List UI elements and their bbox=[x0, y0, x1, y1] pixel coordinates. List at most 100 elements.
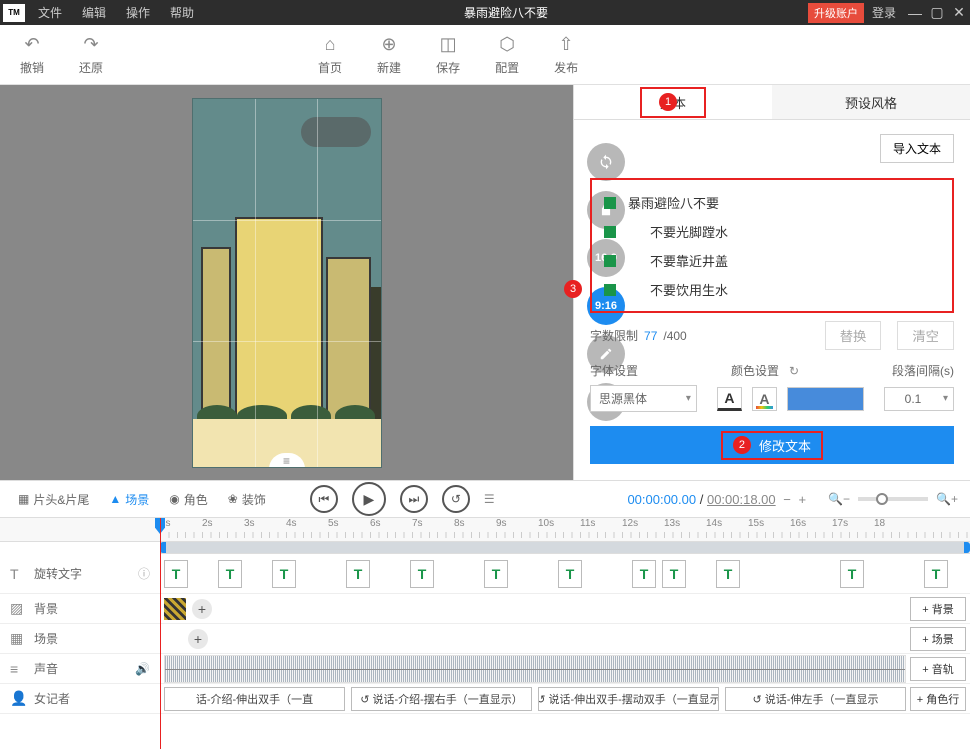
text-clip[interactable]: T bbox=[558, 560, 582, 588]
play-button[interactable]: ▶ bbox=[352, 482, 386, 516]
toolbar: ↶撤销 ↷还原 ⌂首页 ⊕新建 ◫保存 ⬡配置 ⇧发布 bbox=[0, 25, 970, 85]
config-button[interactable]: ⬡配置 bbox=[495, 34, 519, 76]
undo-button[interactable]: ↶撤销 bbox=[20, 34, 44, 76]
track-scene: ▦场景 + + 场景 bbox=[0, 624, 970, 654]
app-logo: TM bbox=[3, 4, 25, 22]
new-icon: ⊕ bbox=[382, 34, 397, 55]
track-sound: ≡声音🔊 + 音轨 bbox=[0, 654, 970, 684]
text-multicolor-button[interactable]: A bbox=[752, 387, 777, 411]
controls-bar: ▦ 片头&片尾 ▲ 场景 ◉ 角色 ❀ 装饰 ⏮ ▶ ⏭ ↺ ☰ 00:00:0… bbox=[0, 480, 970, 518]
bullet-icon bbox=[604, 284, 616, 296]
action-clip[interactable]: 话-介绍-伸出双手（一直 bbox=[164, 687, 345, 711]
tab-clips[interactable]: ▦ 片头&片尾 bbox=[12, 488, 95, 511]
login-button[interactable]: 登录 bbox=[864, 4, 904, 21]
right-panel: 1 文本 预设风格 3 导入文本 暴雨避险八不要 不要光脚蹚水 不要靠近井盖 不… bbox=[573, 85, 970, 480]
track-background: ▨背景 + + 背景 bbox=[0, 594, 970, 624]
hatch-icon: ▨ bbox=[10, 600, 26, 617]
maximize-button[interactable]: ▢ bbox=[926, 4, 948, 21]
text-clip[interactable]: T bbox=[924, 560, 948, 588]
text-clip[interactable]: T bbox=[484, 560, 508, 588]
font-label: 字体设置 bbox=[590, 362, 638, 379]
refresh-icon[interactable]: ↻ bbox=[789, 364, 799, 378]
modify-text-button[interactable]: 2修改文本 bbox=[590, 426, 954, 464]
text-item[interactable]: 不要光脚蹚水 bbox=[604, 217, 940, 246]
tab-preset[interactable]: 预设风格 bbox=[772, 85, 970, 119]
upgrade-button[interactable]: 升级账户 bbox=[808, 3, 864, 23]
replace-button[interactable]: 替换 bbox=[825, 321, 882, 350]
text-clip[interactable]: T bbox=[164, 560, 188, 588]
add-bg-button[interactable]: + bbox=[192, 599, 212, 619]
action-clip[interactable]: ↺ 说话-介绍-摆右手（一直显示） bbox=[351, 687, 532, 711]
action-clip[interactable]: ↺ 说话-伸出双手-摆动双手（一直显示 bbox=[538, 687, 719, 711]
menu-action[interactable]: 操作 bbox=[116, 4, 160, 21]
gap-input[interactable]: 0.1 bbox=[884, 387, 954, 411]
canvas-frame[interactable]: ≡ bbox=[192, 98, 382, 468]
home-icon: ⌂ bbox=[325, 34, 336, 55]
import-text-button[interactable]: 导入文本 bbox=[880, 134, 954, 163]
menu-edit[interactable]: 编辑 bbox=[72, 4, 116, 21]
add-audio-track-button[interactable]: + 音轨 bbox=[910, 657, 966, 681]
action-clip[interactable]: ↺ 说话-伸左手（一直显示 bbox=[725, 687, 906, 711]
text-item[interactable]: 不要靠近井盖 bbox=[604, 246, 940, 275]
next-button[interactable]: ⏭ bbox=[400, 485, 428, 513]
bullet-icon bbox=[604, 197, 616, 209]
config-icon: ⬡ bbox=[499, 34, 515, 55]
prev-button[interactable]: ⏮ bbox=[310, 485, 338, 513]
time-plus-button[interactable]: + bbox=[799, 492, 807, 507]
zoom-out-button[interactable]: 🔍− bbox=[828, 492, 850, 506]
text-list: 暴雨避险八不要 不要光脚蹚水 不要靠近井盖 不要饮用生水 bbox=[590, 178, 954, 313]
canvas-area[interactable]: ≡ 16:9 9:16 bbox=[0, 85, 573, 480]
close-button[interactable]: ✕ bbox=[948, 4, 970, 21]
text-item[interactable]: 暴雨避险八不要 bbox=[604, 188, 940, 217]
zoom-slider[interactable] bbox=[858, 497, 928, 501]
text-color-button[interactable]: A bbox=[717, 387, 742, 411]
redo-icon: ↷ bbox=[83, 34, 98, 55]
info-icon[interactable]: ⓘ bbox=[138, 565, 150, 582]
home-button[interactable]: ⌂首页 bbox=[318, 34, 342, 76]
add-role-track-button[interactable]: + 角色行 bbox=[910, 687, 966, 711]
track-reporter: 👤女记者 话-介绍-伸出双手（一直 ↺ 说话-介绍-摆右手（一直显示） ↺ 说话… bbox=[0, 684, 970, 714]
marker-2: 2 bbox=[733, 436, 751, 454]
save-icon: ◫ bbox=[440, 34, 457, 55]
menu-file[interactable]: 文件 bbox=[28, 4, 72, 21]
gap-label: 段落间隔(s) bbox=[892, 362, 954, 379]
new-button[interactable]: ⊕新建 bbox=[377, 34, 401, 76]
text-clip[interactable]: T bbox=[410, 560, 434, 588]
bullet-icon bbox=[604, 226, 616, 238]
tab-role[interactable]: ◉ 角色 bbox=[163, 488, 214, 511]
person-icon: 👤 bbox=[10, 690, 26, 707]
color-swatch[interactable] bbox=[787, 387, 864, 411]
publish-button[interactable]: ⇧发布 bbox=[554, 34, 578, 76]
text-clip[interactable]: T bbox=[272, 560, 296, 588]
minimize-button[interactable]: — bbox=[904, 5, 926, 21]
text-clip[interactable]: T bbox=[346, 560, 370, 588]
text-clip[interactable]: T bbox=[662, 560, 686, 588]
text-clip[interactable]: T bbox=[840, 560, 864, 588]
add-scene-button[interactable]: + bbox=[188, 629, 208, 649]
zoom-in-button[interactable]: 🔍+ bbox=[936, 492, 958, 506]
font-dropdown[interactable]: 思源黑体 bbox=[590, 385, 697, 412]
text-clip[interactable]: T bbox=[716, 560, 740, 588]
layers-icon[interactable]: ☰ bbox=[484, 492, 495, 506]
add-bg-track-button[interactable]: + 背景 bbox=[910, 597, 966, 621]
marker-3: 3 bbox=[564, 280, 582, 298]
audio-clip[interactable] bbox=[164, 655, 906, 683]
text-clip[interactable]: T bbox=[218, 560, 242, 588]
time-minus-button[interactable]: − bbox=[783, 492, 791, 507]
add-scene-track-button[interactable]: + 场景 bbox=[910, 627, 966, 651]
tab-scene[interactable]: ▲ 场景 bbox=[103, 488, 155, 511]
timeline: 1s2s3s4s5s6s7s8s9s10s11s12s13s14s15s16s1… bbox=[0, 518, 970, 714]
tab-deco[interactable]: ❀ 装饰 bbox=[222, 488, 272, 511]
text-clip[interactable]: T bbox=[632, 560, 656, 588]
redo-button[interactable]: ↷还原 bbox=[79, 34, 103, 76]
bg-clip[interactable] bbox=[164, 598, 186, 620]
clear-button[interactable]: 清空 bbox=[897, 321, 954, 350]
save-button[interactable]: ◫保存 bbox=[436, 34, 460, 76]
menu-help[interactable]: 帮助 bbox=[160, 4, 204, 21]
timeline-scrollbar[interactable] bbox=[160, 542, 970, 554]
scene-icon: ▦ bbox=[10, 630, 26, 647]
volume-icon[interactable]: 🔊 bbox=[135, 662, 150, 676]
loop-button[interactable]: ↺ bbox=[442, 485, 470, 513]
text-item[interactable]: 不要饮用生水 bbox=[604, 275, 940, 304]
timeline-ruler[interactable]: 1s2s3s4s5s6s7s8s9s10s11s12s13s14s15s16s1… bbox=[0, 518, 970, 542]
